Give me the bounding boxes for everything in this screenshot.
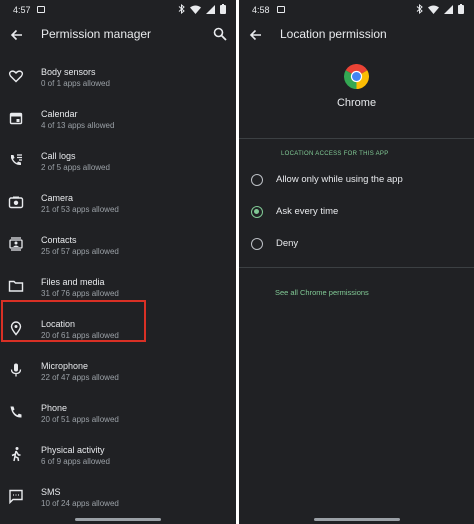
permission-count: 31 of 76 apps allowed bbox=[41, 289, 119, 298]
wifi-icon bbox=[428, 5, 439, 16]
status-time: 4:57 bbox=[13, 5, 31, 15]
permission-item-call-logs[interactable]: Call logs 2 of 5 apps allowed bbox=[0, 142, 236, 184]
bluetooth-icon bbox=[416, 3, 423, 16]
permission-manager-screen: 4:57 Permission manager Body sensors 0 o… bbox=[0, 0, 236, 524]
radio-button[interactable] bbox=[251, 174, 263, 186]
permission-name: Camera bbox=[41, 193, 74, 203]
back-arrow-icon[interactable] bbox=[248, 27, 264, 43]
gesture-bar[interactable] bbox=[313, 518, 400, 521]
permission-name: Microphone bbox=[41, 361, 89, 371]
permission-name: SMS bbox=[41, 487, 61, 497]
status-bar: 4:57 bbox=[0, 0, 236, 20]
back-arrow-icon[interactable] bbox=[9, 27, 25, 43]
location-pin-icon bbox=[8, 320, 24, 336]
walking-icon bbox=[8, 446, 24, 462]
permission-name: Contacts bbox=[41, 235, 77, 245]
notification-icon bbox=[277, 6, 285, 13]
permission-name: Location bbox=[41, 319, 76, 329]
option-ask-every-time[interactable]: Ask every time bbox=[239, 198, 474, 228]
permission-item-sms[interactable]: SMS 10 of 24 apps allowed bbox=[0, 478, 236, 520]
signal-icon bbox=[444, 4, 453, 16]
permission-item-physical-activity[interactable]: Physical activity 6 of 9 apps allowed bbox=[0, 436, 236, 478]
option-label: Deny bbox=[276, 238, 299, 249]
permission-item-camera[interactable]: Camera 21 of 53 apps allowed bbox=[0, 184, 236, 226]
camera-icon bbox=[8, 194, 24, 210]
permission-count: 21 of 53 apps allowed bbox=[41, 205, 119, 214]
permission-count: 20 of 51 apps allowed bbox=[41, 415, 119, 424]
heart-icon bbox=[8, 68, 24, 84]
search-icon[interactable] bbox=[212, 26, 228, 42]
chrome-logo-icon bbox=[343, 63, 370, 89]
permission-count: 10 of 24 apps allowed bbox=[41, 499, 119, 508]
permission-count: 25 of 57 apps allowed bbox=[41, 247, 119, 256]
app-name: Chrome bbox=[336, 97, 377, 109]
divider bbox=[239, 267, 474, 268]
permission-count: 0 of 1 apps allowed bbox=[41, 79, 110, 88]
permission-count: 6 of 9 apps allowed bbox=[41, 457, 110, 466]
permission-item-phone[interactable]: Phone 20 of 51 apps allowed bbox=[0, 394, 236, 436]
permission-item-calendar[interactable]: Calendar 4 of 13 apps allowed bbox=[0, 100, 236, 142]
bluetooth-icon bbox=[178, 3, 185, 16]
permission-item-contacts[interactable]: Contacts 25 of 57 apps allowed bbox=[0, 226, 236, 268]
page-title: Permission manager bbox=[41, 27, 152, 41]
folder-icon bbox=[8, 278, 24, 294]
divider bbox=[239, 138, 474, 139]
location-permission-screen: 4:58 Location permission Chrome LOCATION… bbox=[239, 0, 474, 524]
radio-button[interactable] bbox=[251, 238, 263, 250]
permission-item-location[interactable]: Location 20 of 61 apps allowed bbox=[0, 310, 236, 352]
option-label: Allow only while using the app bbox=[276, 174, 403, 185]
option-allow-while-using[interactable]: Allow only while using the app bbox=[239, 166, 474, 196]
permission-name: Call logs bbox=[41, 151, 76, 161]
call-log-icon bbox=[8, 152, 24, 168]
battery-icon bbox=[458, 4, 464, 16]
permission-count: 20 of 61 apps allowed bbox=[41, 331, 119, 340]
status-bar: 4:58 bbox=[239, 0, 474, 20]
status-time: 4:58 bbox=[252, 5, 270, 15]
permission-name: Physical activity bbox=[41, 445, 105, 455]
permission-count: 22 of 47 apps allowed bbox=[41, 373, 119, 382]
contacts-icon bbox=[8, 236, 24, 252]
option-label: Ask every time bbox=[276, 206, 339, 217]
microphone-icon bbox=[8, 362, 24, 378]
wifi-icon bbox=[190, 5, 201, 16]
permission-name: Calendar bbox=[41, 109, 78, 119]
app-bar: Location permission bbox=[239, 20, 474, 50]
permission-item-microphone[interactable]: Microphone 22 of 47 apps allowed bbox=[0, 352, 236, 394]
page-title: Location permission bbox=[280, 27, 387, 41]
permission-name: Files and media bbox=[41, 277, 105, 287]
section-header: LOCATION ACCESS FOR THIS APP bbox=[281, 151, 389, 157]
permission-name: Phone bbox=[41, 403, 68, 413]
signal-icon bbox=[206, 4, 215, 16]
gesture-bar[interactable] bbox=[75, 518, 161, 521]
permission-name: Body sensors bbox=[41, 67, 96, 77]
permission-count: 4 of 13 apps allowed bbox=[41, 121, 115, 130]
permission-item-files-and-media[interactable]: Files and media 31 of 76 apps allowed bbox=[0, 268, 236, 310]
sms-icon bbox=[8, 488, 24, 505]
app-bar: Permission manager bbox=[0, 20, 236, 50]
notification-icon bbox=[37, 6, 45, 13]
permission-item-body-sensors[interactable]: Body sensors 0 of 1 apps allowed bbox=[0, 58, 236, 100]
radio-button-selected[interactable] bbox=[251, 206, 263, 218]
see-all-permissions-link[interactable]: See all Chrome permissions bbox=[275, 288, 369, 297]
phone-icon bbox=[8, 404, 24, 420]
battery-icon bbox=[220, 4, 226, 16]
calendar-icon bbox=[8, 110, 24, 126]
permission-count: 2 of 5 apps allowed bbox=[41, 163, 110, 172]
option-deny[interactable]: Deny bbox=[239, 230, 474, 260]
